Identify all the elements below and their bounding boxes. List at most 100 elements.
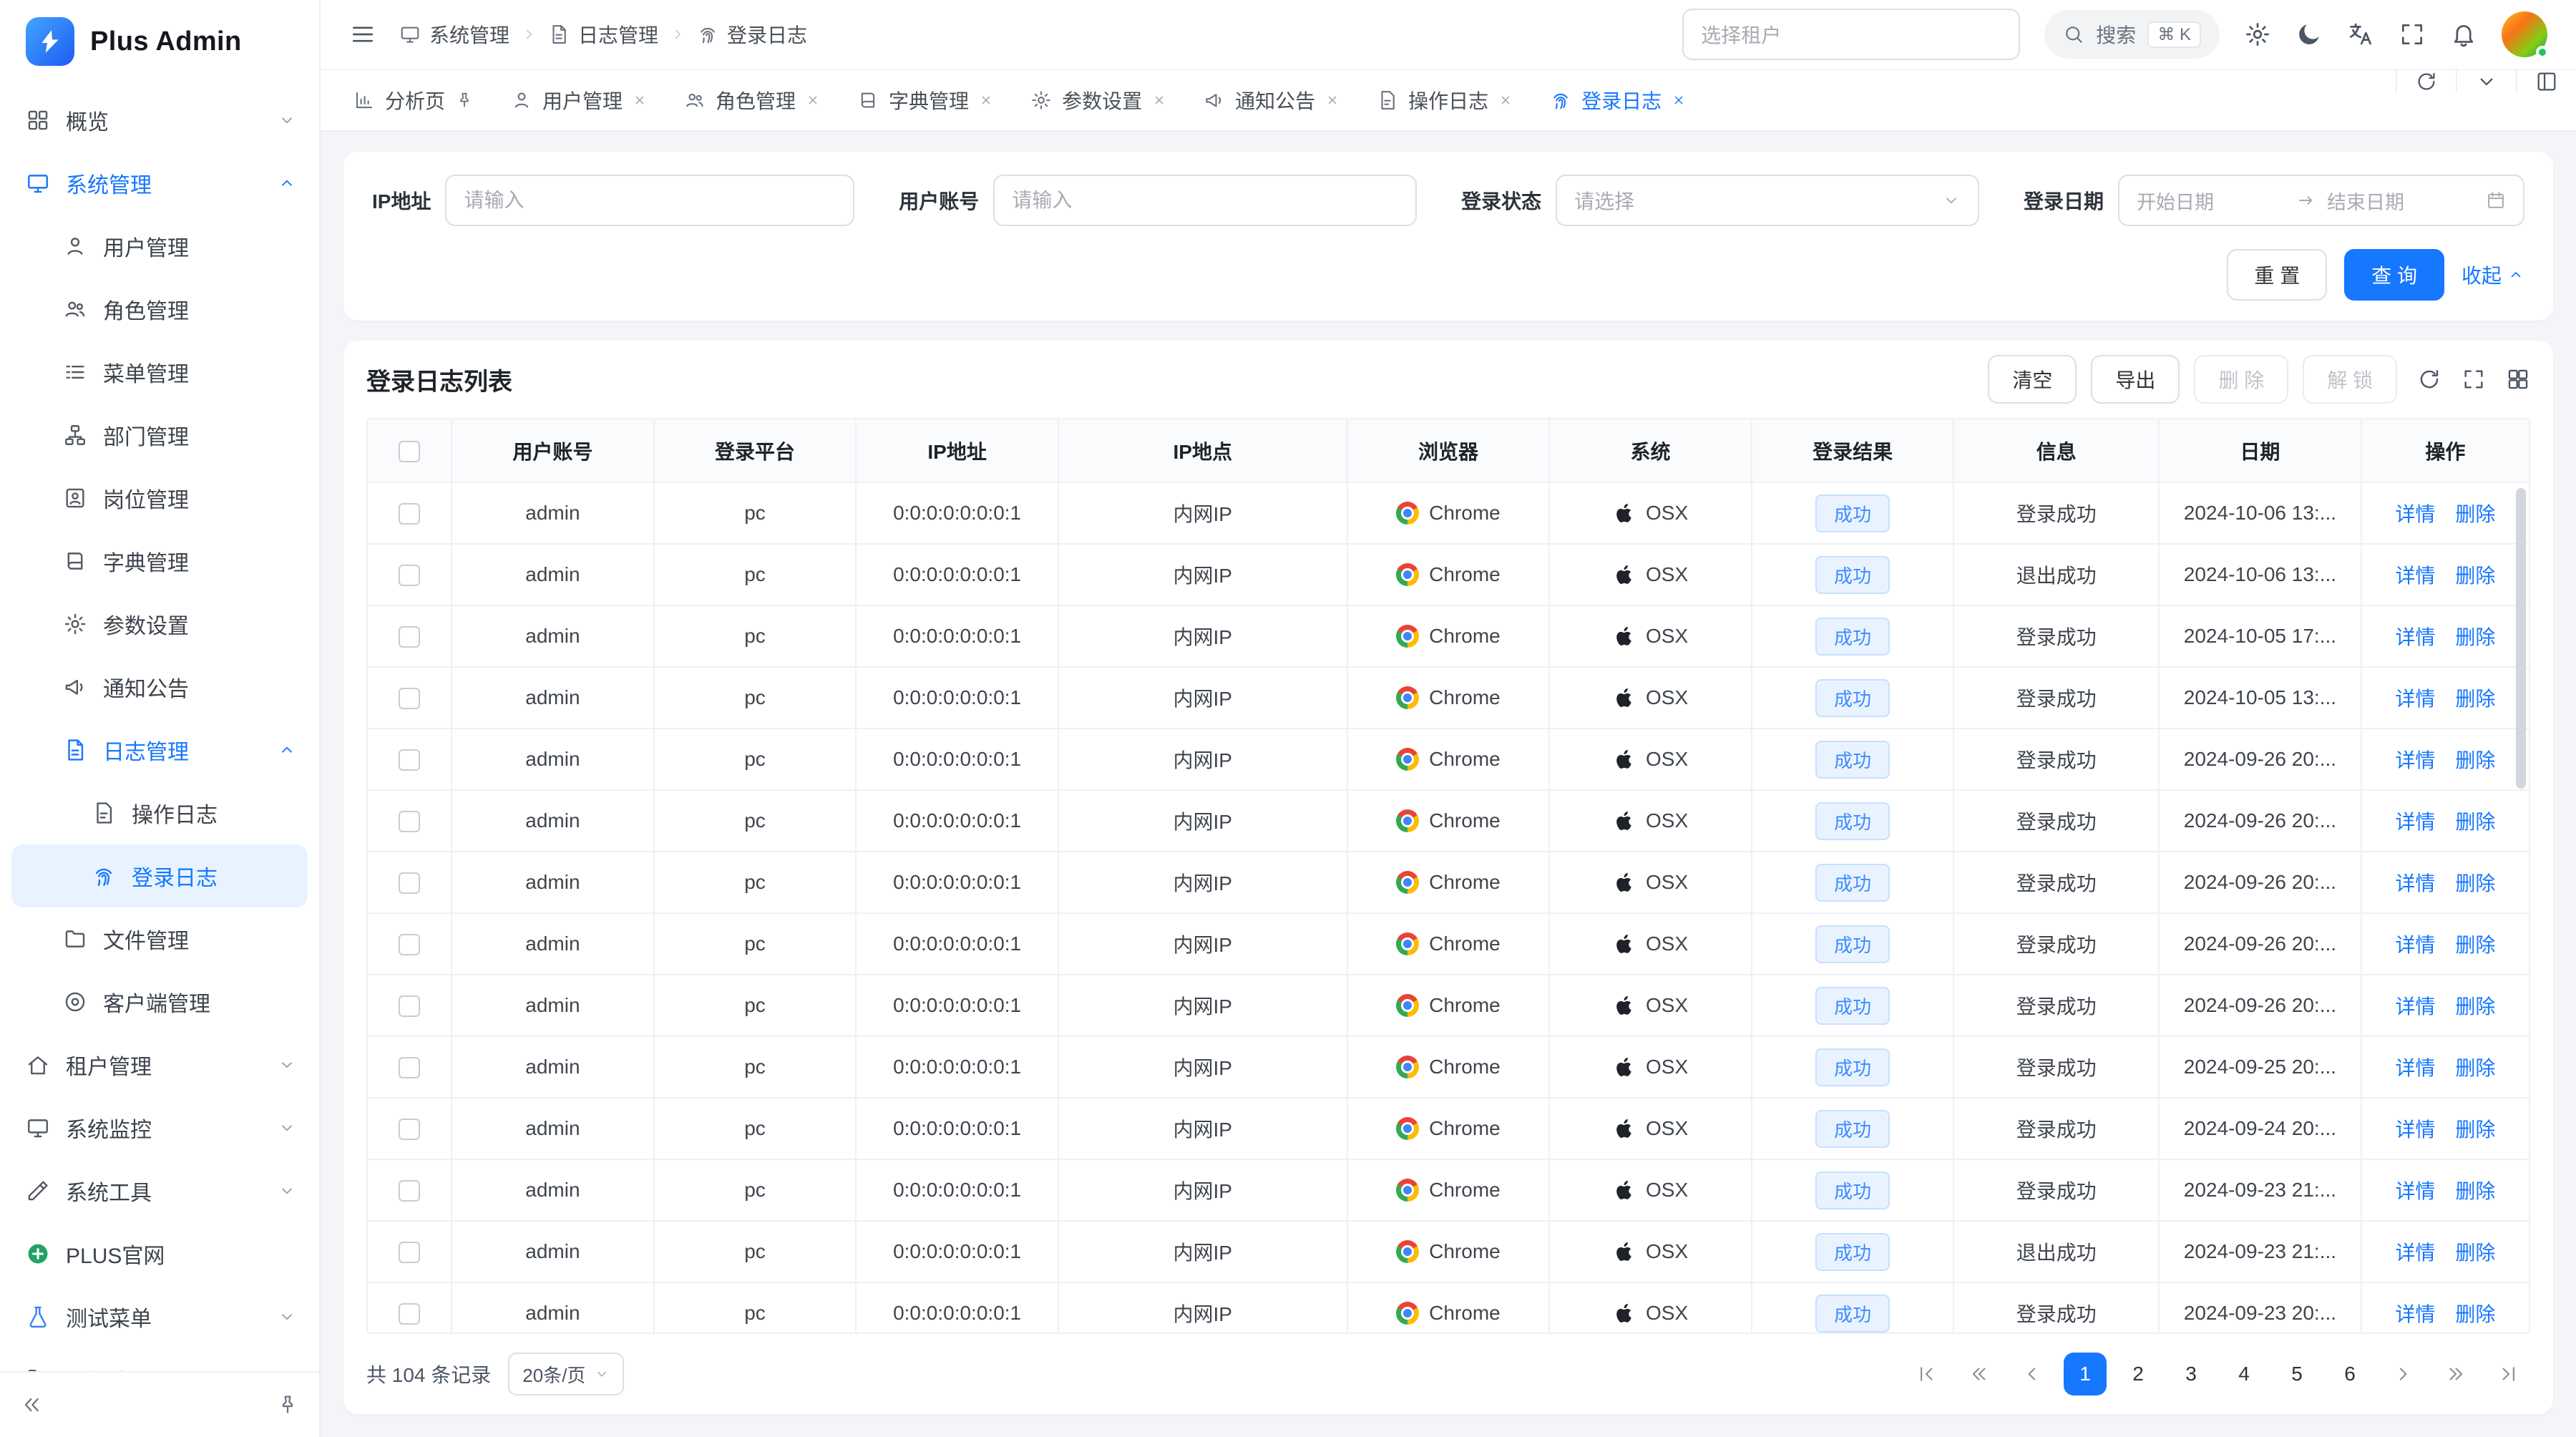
- tab-user-management[interactable]: 用户管理: [492, 70, 665, 130]
- sidebar-item-client-management[interactable]: 客户端管理: [0, 970, 319, 1033]
- row-delete-link[interactable]: 删除: [2455, 934, 2495, 956]
- row-checkbox[interactable]: [399, 811, 420, 832]
- tab-role-management[interactable]: 角色管理: [665, 70, 839, 130]
- tab-dict-management[interactable]: 字典管理: [839, 70, 1012, 130]
- theme-toggle-button[interactable]: [2296, 21, 2323, 48]
- close-icon[interactable]: [1498, 93, 1513, 107]
- sidebar-item-overview[interactable]: 概览: [0, 89, 319, 152]
- settings-button[interactable]: [2244, 21, 2271, 48]
- page-5-button[interactable]: 5: [2275, 1353, 2318, 1395]
- row-checkbox[interactable]: [399, 565, 420, 586]
- clear-button[interactable]: 清空: [1988, 355, 2077, 404]
- sidebar-item-dept-management[interactable]: 部门管理: [0, 404, 319, 467]
- breadcrumb-item-login-log[interactable]: 登录日志: [697, 20, 807, 49]
- close-icon[interactable]: [1672, 93, 1686, 107]
- jump-back-button[interactable]: [1958, 1353, 2001, 1395]
- sidebar-item-menu-management[interactable]: 菜单管理: [0, 341, 319, 404]
- row-detail-link[interactable]: 详情: [2395, 995, 2435, 1018]
- jump-forward-button[interactable]: [2434, 1353, 2477, 1395]
- last-page-button[interactable]: [2487, 1353, 2530, 1395]
- reset-button[interactable]: 重 置: [2227, 249, 2327, 301]
- row-checkbox[interactable]: [399, 503, 420, 525]
- table-columns-button[interactable]: [2506, 367, 2530, 391]
- login-status-select[interactable]: 请选择: [1556, 175, 1979, 226]
- row-delete-link[interactable]: 删除: [2455, 565, 2495, 587]
- sidebar-toggle-button[interactable]: [349, 21, 376, 48]
- page-3-button[interactable]: 3: [2170, 1353, 2212, 1395]
- ip-input-field[interactable]: [464, 189, 836, 212]
- sidebar-item-test-menu[interactable]: 测试菜单: [0, 1285, 319, 1348]
- row-detail-link[interactable]: 详情: [2395, 1119, 2435, 1141]
- ip-input[interactable]: [445, 175, 854, 226]
- sidebar-item-tenant-management[interactable]: 租户管理: [0, 1033, 319, 1096]
- tab-analysis[interactable]: 分析页: [335, 70, 492, 130]
- close-icon[interactable]: [1152, 93, 1166, 107]
- sidebar-item-param-settings[interactable]: 参数设置: [0, 593, 319, 656]
- next-page-button[interactable]: [2381, 1353, 2424, 1395]
- prev-page-button[interactable]: [2011, 1353, 2054, 1395]
- row-detail-link[interactable]: 详情: [2395, 1180, 2435, 1202]
- sidebar-collapse-button[interactable]: [20, 1393, 43, 1416]
- login-date-range[interactable]: 开始日期 结束日期: [2118, 175, 2524, 226]
- sidebar-item-system-management[interactable]: 系统管理: [0, 152, 319, 215]
- brand[interactable]: Plus Admin: [0, 0, 319, 83]
- row-delete-link[interactable]: 删除: [2455, 503, 2495, 525]
- user-avatar[interactable]: [2502, 11, 2547, 57]
- account-input[interactable]: [993, 175, 1417, 226]
- row-delete-link[interactable]: 删除: [2455, 688, 2495, 710]
- row-detail-link[interactable]: 详情: [2395, 934, 2435, 956]
- row-checkbox[interactable]: [399, 749, 420, 771]
- row-checkbox[interactable]: [399, 626, 420, 648]
- row-detail-link[interactable]: 详情: [2395, 1242, 2435, 1264]
- tab-param-settings[interactable]: 参数设置: [1012, 70, 1185, 130]
- tab-notice[interactable]: 通知公告: [1185, 70, 1358, 130]
- breadcrumb-item-log-management[interactable]: 日志管理: [548, 20, 658, 49]
- row-detail-link[interactable]: 详情: [2395, 503, 2435, 525]
- sidebar-item-user-management[interactable]: 用户管理: [0, 215, 319, 278]
- row-checkbox[interactable]: [399, 1303, 420, 1325]
- row-delete-link[interactable]: 删除: [2455, 872, 2495, 895]
- page-6-button[interactable]: 6: [2328, 1353, 2371, 1395]
- sidebar-item-post-management[interactable]: 岗位管理: [0, 467, 319, 530]
- delete-button[interactable]: 删 除: [2194, 355, 2288, 404]
- tab-login-log[interactable]: 登录日志: [1531, 70, 1704, 130]
- row-delete-link[interactable]: 删除: [2455, 1119, 2495, 1141]
- table-fullscreen-button[interactable]: [2462, 367, 2486, 391]
- sidebar-item-system-tools[interactable]: 系统工具: [0, 1159, 319, 1222]
- sidebar-item-plus-website[interactable]: PLUS官网: [0, 1222, 319, 1285]
- row-checkbox[interactable]: [399, 934, 420, 955]
- sidebar-item-role-management[interactable]: 角色管理: [0, 278, 319, 341]
- breadcrumb-item-system-management[interactable]: 系统管理: [399, 20, 509, 49]
- close-icon[interactable]: [806, 93, 820, 107]
- collapse-filters-link[interactable]: 收起: [2462, 260, 2524, 289]
- row-checkbox[interactable]: [399, 1180, 420, 1202]
- unlock-button[interactable]: 解 锁: [2303, 355, 2397, 404]
- page-1-button[interactable]: 1: [2064, 1353, 2107, 1395]
- tab-operation-log[interactable]: 操作日志: [1358, 70, 1531, 130]
- global-search[interactable]: 搜索 ⌘ K: [2044, 10, 2220, 59]
- row-delete-link[interactable]: 删除: [2455, 811, 2495, 833]
- row-detail-link[interactable]: 详情: [2395, 626, 2435, 648]
- sidebar-item-workflow[interactable]: 工作流: [0, 1348, 319, 1371]
- row-detail-link[interactable]: 详情: [2395, 1057, 2435, 1079]
- search-button[interactable]: 查 询: [2344, 249, 2444, 301]
- pin-icon[interactable]: [455, 91, 474, 109]
- row-checkbox[interactable]: [399, 995, 420, 1017]
- close-icon[interactable]: [633, 93, 647, 107]
- sidebar-item-operation-log[interactable]: 操作日志: [0, 781, 319, 844]
- close-icon[interactable]: [979, 93, 993, 107]
- language-button[interactable]: [2347, 21, 2374, 48]
- sidebar-pin-button[interactable]: [276, 1393, 299, 1416]
- row-checkbox[interactable]: [399, 1242, 420, 1263]
- tabs-menu-button[interactable]: [2456, 70, 2516, 93]
- row-delete-link[interactable]: 删除: [2455, 1180, 2495, 1202]
- row-detail-link[interactable]: 详情: [2395, 811, 2435, 833]
- export-button[interactable]: 导出: [2091, 355, 2180, 404]
- account-input-field[interactable]: [1012, 189, 1398, 212]
- table-scrollbar[interactable]: [2516, 488, 2526, 789]
- row-delete-link[interactable]: 删除: [2455, 1242, 2495, 1264]
- row-delete-link[interactable]: 删除: [2455, 749, 2495, 771]
- sidebar-item-file-management[interactable]: 文件管理: [0, 907, 319, 970]
- layout-toggle-button[interactable]: [2516, 70, 2576, 93]
- page-4-button[interactable]: 4: [2223, 1353, 2265, 1395]
